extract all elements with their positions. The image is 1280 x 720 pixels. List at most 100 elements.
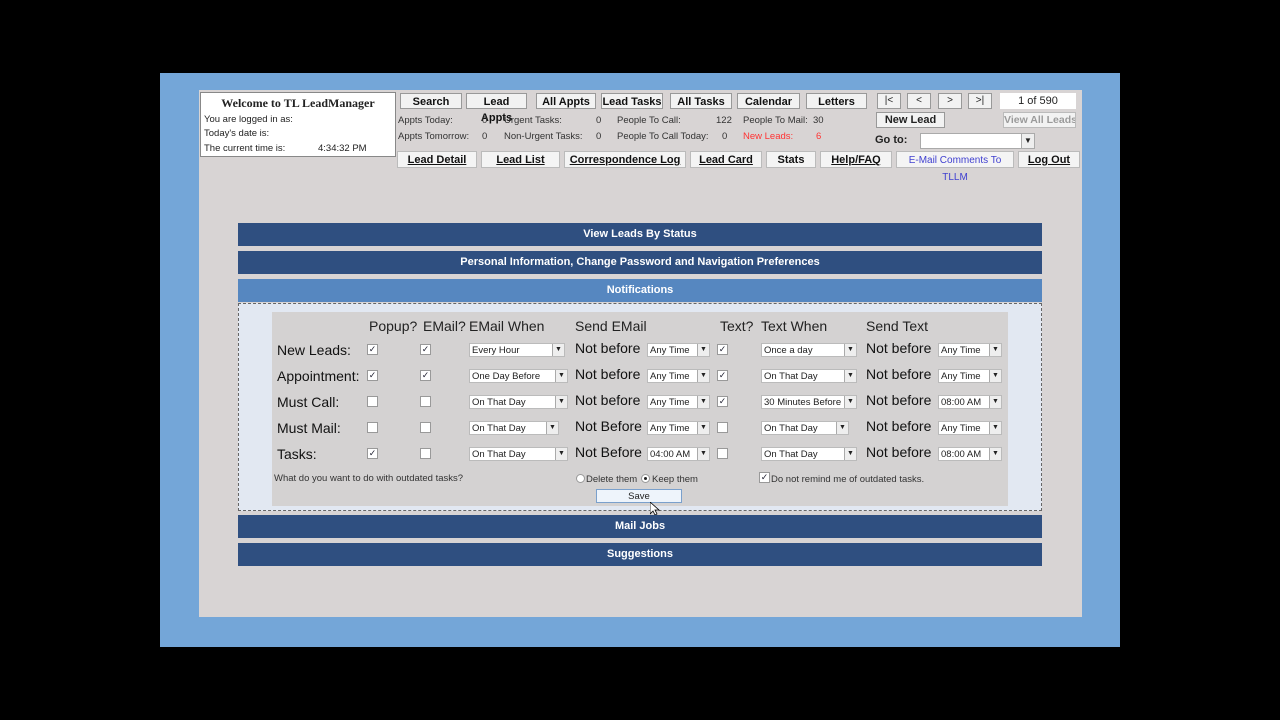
chevron-down-icon[interactable]: ▼ xyxy=(989,422,1001,434)
text-time-select[interactable]: Any Time ▼ xyxy=(938,421,1002,435)
chevron-down-icon[interactable]: ▼ xyxy=(844,344,856,356)
email-when-select[interactable]: On That Day ▼ xyxy=(469,421,559,435)
chevron-down-icon[interactable]: ▼ xyxy=(697,422,709,434)
section-notifications[interactable]: Notifications xyxy=(238,279,1042,302)
last-record-button[interactable]: >| xyxy=(968,93,992,109)
chevron-down-icon[interactable]: ▼ xyxy=(1021,134,1034,148)
chevron-down-icon[interactable]: ▼ xyxy=(697,448,709,460)
email-time-select[interactable]: Any Time ▼ xyxy=(647,369,710,383)
appts-today-value: 0 xyxy=(482,115,488,126)
chevron-down-icon[interactable]: ▼ xyxy=(844,370,856,382)
popup-checkbox[interactable]: ✓ xyxy=(367,448,378,459)
goto-label: Go to: xyxy=(875,134,908,146)
chevron-down-icon[interactable]: ▼ xyxy=(697,370,709,382)
new-leads-label[interactable]: New Leads: xyxy=(743,131,793,142)
text-time-select[interactable]: 08:00 AM ▼ xyxy=(938,447,1002,461)
email-time-select[interactable]: 04:00 AM ▼ xyxy=(647,447,710,461)
email-when-select[interactable]: One Day Before ▼ xyxy=(469,369,568,383)
lead-tasks-button[interactable]: Lead Tasks xyxy=(601,93,663,109)
popup-checkbox[interactable] xyxy=(367,422,378,433)
save-button[interactable]: Save xyxy=(596,489,682,503)
row-label: Tasks: xyxy=(277,446,317,462)
chevron-down-icon[interactable]: ▼ xyxy=(844,396,856,408)
first-record-button[interactable]: |< xyxy=(877,93,901,109)
text-time-value: 08:00 AM xyxy=(941,449,982,460)
email-checkbox[interactable]: ✓ xyxy=(420,370,431,381)
text-checkbox[interactable] xyxy=(717,422,728,433)
delete-them-label: Delete them xyxy=(586,474,638,485)
text-checkbox[interactable] xyxy=(717,448,728,459)
text-time-select[interactable]: Any Time ▼ xyxy=(938,343,1002,357)
email-time-select[interactable]: Any Time ▼ xyxy=(647,395,710,409)
all-appts-button[interactable]: All Appts xyxy=(536,93,596,109)
section-personal-information[interactable]: Personal Information, Change Password an… xyxy=(238,251,1042,274)
email-checkbox[interactable] xyxy=(420,448,431,459)
letters-button[interactable]: Letters xyxy=(806,93,867,109)
text-checkbox[interactable]: ✓ xyxy=(717,370,728,381)
do-not-remind-checkbox[interactable]: ✓ xyxy=(759,472,770,483)
text-time-select[interactable]: Any Time ▼ xyxy=(938,369,1002,383)
header-email: EMail? xyxy=(423,318,466,334)
tab-lead-card[interactable]: Lead Card xyxy=(690,151,762,168)
section-view-leads-by-status[interactable]: View Leads By Status xyxy=(238,223,1042,246)
all-tasks-button[interactable]: All Tasks xyxy=(670,93,732,109)
section-suggestions[interactable]: Suggestions xyxy=(238,543,1042,566)
chevron-down-icon[interactable]: ▼ xyxy=(989,448,1001,460)
tab-correspondence-log[interactable]: Correspondence Log xyxy=(564,151,686,168)
calendar-button[interactable]: Calendar xyxy=(737,93,800,109)
popup-checkbox[interactable]: ✓ xyxy=(367,370,378,381)
tab-lead-detail[interactable]: Lead Detail xyxy=(397,151,477,168)
email-when-select[interactable]: On That Day ▼ xyxy=(469,447,568,461)
chevron-down-icon[interactable]: ▼ xyxy=(836,422,848,434)
header-send-text: Send Text xyxy=(866,318,929,334)
tab-help-faq[interactable]: Help/FAQ xyxy=(820,151,892,168)
popup-checkbox[interactable]: ✓ xyxy=(367,344,378,355)
email-time-select[interactable]: Any Time ▼ xyxy=(647,421,710,435)
email-when-select[interactable]: Every Hour ▼ xyxy=(469,343,565,357)
new-lead-button[interactable]: New Lead xyxy=(876,112,945,128)
popup-checkbox[interactable] xyxy=(367,396,378,407)
text-when-select[interactable]: On That Day ▼ xyxy=(761,447,857,461)
text-checkbox[interactable]: ✓ xyxy=(717,396,728,407)
text-when-select[interactable]: 30 Minutes Before ▼ xyxy=(761,395,857,409)
row-label: New Leads: xyxy=(277,342,351,358)
tab-log-out[interactable]: Log Out xyxy=(1018,151,1080,168)
email-checkbox[interactable] xyxy=(420,422,431,433)
text-when-select[interactable]: Once a day ▼ xyxy=(761,343,857,357)
text-when-select[interactable]: On That Day ▼ xyxy=(761,421,849,435)
chevron-down-icon[interactable]: ▼ xyxy=(697,396,709,408)
text-when-select[interactable]: On That Day ▼ xyxy=(761,369,857,383)
tab-lead-list[interactable]: Lead List xyxy=(481,151,560,168)
chevron-down-icon[interactable]: ▼ xyxy=(555,370,567,382)
email-checkbox[interactable] xyxy=(420,396,431,407)
chevron-down-icon[interactable]: ▼ xyxy=(552,344,564,356)
tab-email-comments[interactable]: E-Mail Comments To TLLM xyxy=(896,151,1014,183)
keep-them-radio[interactable] xyxy=(641,474,650,483)
prev-record-button[interactable]: < xyxy=(907,93,931,109)
email-checkbox[interactable]: ✓ xyxy=(420,344,431,355)
chevron-down-icon[interactable]: ▼ xyxy=(555,396,567,408)
view-all-leads-button[interactable]: View All Leads xyxy=(1003,112,1076,128)
tab-stats[interactable]: Stats xyxy=(766,151,816,168)
do-not-remind-label: Do not remind me of outdated tasks. xyxy=(771,474,925,485)
chevron-down-icon[interactable]: ▼ xyxy=(989,370,1001,382)
search-button[interactable]: Search xyxy=(400,93,462,109)
email-time-value: Any Time xyxy=(650,423,690,434)
text-time-select[interactable]: 08:00 AM ▼ xyxy=(938,395,1002,409)
email-time-value: Any Time xyxy=(650,371,690,382)
email-time-select[interactable]: Any Time ▼ xyxy=(647,343,710,357)
delete-them-radio[interactable] xyxy=(576,474,585,483)
chevron-down-icon[interactable]: ▼ xyxy=(546,422,558,434)
goto-select[interactable]: ▼ xyxy=(920,133,1035,149)
section-mail-jobs[interactable]: Mail Jobs xyxy=(238,515,1042,538)
chevron-down-icon[interactable]: ▼ xyxy=(555,448,567,460)
chevron-down-icon[interactable]: ▼ xyxy=(844,448,856,460)
lead-appts-button[interactable]: Lead Appts xyxy=(466,93,527,124)
chevron-down-icon[interactable]: ▼ xyxy=(697,344,709,356)
text-time-value: Any Time xyxy=(941,371,981,382)
email-when-select[interactable]: On That Day ▼ xyxy=(469,395,568,409)
chevron-down-icon[interactable]: ▼ xyxy=(989,344,1001,356)
chevron-down-icon[interactable]: ▼ xyxy=(989,396,1001,408)
next-record-button[interactable]: > xyxy=(938,93,962,109)
text-checkbox[interactable]: ✓ xyxy=(717,344,728,355)
